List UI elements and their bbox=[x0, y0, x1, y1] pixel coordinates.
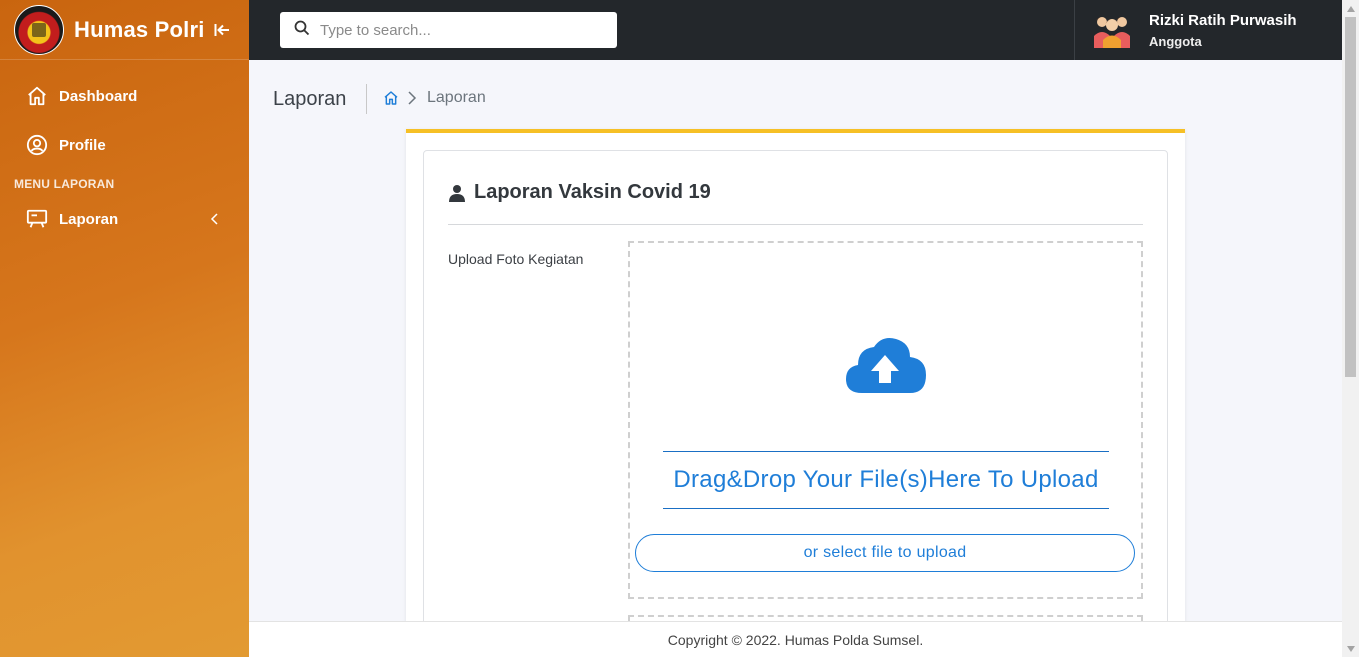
collapse-sidebar-icon[interactable] bbox=[213, 21, 231, 39]
divider bbox=[448, 224, 1143, 225]
page-scrollbar[interactable] bbox=[1342, 0, 1359, 657]
user-menu[interactable]: Rizki Ratih Purwasih Anggota bbox=[1074, 0, 1342, 60]
chevron-right-icon bbox=[407, 90, 419, 106]
topbar: Rizki Ratih Purwasih Anggota bbox=[249, 0, 1342, 60]
user-icon bbox=[448, 184, 466, 202]
presentation-board-icon bbox=[25, 207, 49, 231]
file-dropzone[interactable]: Drag&Drop Your File(s)Here To Upload or … bbox=[628, 241, 1143, 599]
sidebar-nav: Dashboard Profile MENU LAPORAN Laporan bbox=[0, 60, 249, 237]
report-card: Laporan Vaksin Covid 19 Upload Foto Kegi… bbox=[406, 129, 1185, 655]
dropzone-instructions: Drag&Drop Your File(s)Here To Upload bbox=[663, 451, 1109, 509]
search-input[interactable] bbox=[320, 21, 600, 39]
search-box bbox=[280, 12, 617, 48]
field-label-upload-foto: Upload Foto Kegiatan bbox=[448, 251, 584, 267]
footer: Copyright © 2022. Humas Polda Sumsel. bbox=[249, 621, 1342, 657]
page-title: Laporan bbox=[273, 88, 347, 110]
user-circle-icon bbox=[25, 133, 49, 157]
sidebar-item-profile[interactable]: Profile bbox=[0, 127, 249, 163]
select-file-button[interactable]: or select file to upload bbox=[635, 534, 1135, 572]
breadcrumb-current: Laporan bbox=[427, 89, 486, 106]
card-title: Laporan Vaksin Covid 19 bbox=[448, 181, 711, 204]
avatar bbox=[1091, 12, 1133, 48]
breadcrumb: Laporan bbox=[383, 89, 486, 107]
nav-section-menu-laporan: MENU LAPORAN bbox=[14, 177, 115, 191]
scroll-down-icon[interactable] bbox=[1342, 640, 1359, 657]
content-header: Laporan Laporan bbox=[249, 60, 1342, 132]
sidebar-item-laporan[interactable]: Laporan bbox=[0, 201, 249, 237]
user-role: Anggota bbox=[1149, 33, 1202, 49]
sidebar-item-label: Profile bbox=[59, 136, 106, 154]
chevron-left-icon bbox=[210, 213, 222, 225]
search-icon bbox=[294, 20, 310, 41]
scroll-up-icon[interactable] bbox=[1342, 0, 1359, 17]
report-form: Laporan Vaksin Covid 19 Upload Foto Kegi… bbox=[423, 150, 1168, 655]
user-name: Rizki Ratih Purwasih bbox=[1149, 11, 1297, 29]
home-icon bbox=[25, 84, 49, 108]
brand: Humas Polri bbox=[0, 0, 249, 60]
sidebar: Humas Polri Dashboard Profile MENU LAPOR… bbox=[0, 0, 249, 657]
user-info: Rizki Ratih Purwasih Anggota bbox=[1149, 12, 1297, 49]
sidebar-item-dashboard[interactable]: Dashboard bbox=[0, 78, 249, 114]
cloud-upload-icon bbox=[844, 335, 928, 395]
sidebar-item-label: Laporan bbox=[59, 210, 119, 228]
sidebar-item-label: Dashboard bbox=[59, 87, 138, 105]
breadcrumb-home-icon[interactable] bbox=[383, 90, 399, 106]
header-divider bbox=[366, 84, 367, 114]
copyright-text: Copyright © 2022. Humas Polda Sumsel. bbox=[667, 631, 924, 648]
card-title-text: Laporan Vaksin Covid 19 bbox=[474, 181, 711, 203]
humas-polri-logo bbox=[14, 4, 64, 55]
brand-title: Humas Polri bbox=[74, 16, 205, 42]
scrollbar-thumb[interactable] bbox=[1345, 17, 1356, 377]
